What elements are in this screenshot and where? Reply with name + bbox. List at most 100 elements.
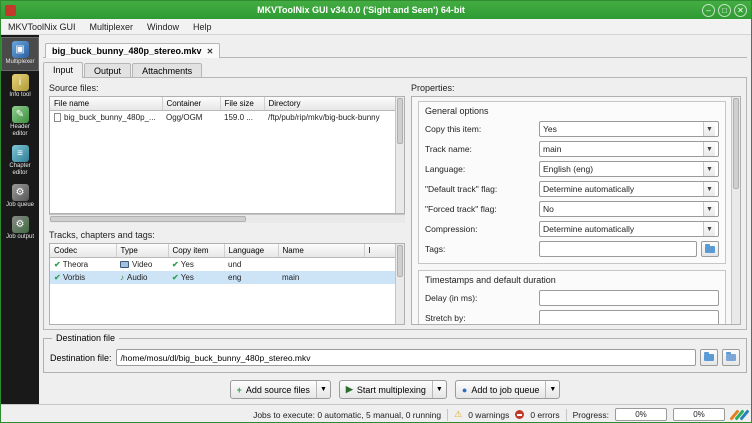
- app-logo-icon: [5, 4, 16, 16]
- minimize-button[interactable]: –: [702, 3, 715, 17]
- col-codec[interactable]: Codec: [50, 244, 117, 258]
- multiplexer-icon: ▣: [11, 41, 29, 58]
- menu-mkvtoolnix-gui[interactable]: MKVToolNix GUI: [1, 19, 83, 34]
- menu-help[interactable]: Help: [186, 19, 219, 34]
- chevron-down-icon: ▼: [703, 162, 715, 176]
- col-language[interactable]: Language: [224, 244, 279, 258]
- tab-attachments[interactable]: Attachments: [132, 63, 203, 78]
- track-check-icon[interactable]: ✔: [54, 260, 61, 269]
- sidebar-item-job-output[interactable]: ⚙ Job output: [1, 213, 39, 245]
- copy-this-item-select[interactable]: Yes ▼: [539, 121, 719, 137]
- folder-icon: [704, 352, 714, 361]
- maximize-button[interactable]: □: [718, 3, 731, 17]
- sidebar-item-chapter-editor[interactable]: ≡ Chapter editor: [1, 142, 39, 181]
- queue-icon: ●: [461, 384, 468, 395]
- delay-input[interactable]: [539, 290, 719, 306]
- destination-open-button[interactable]: [722, 349, 740, 366]
- tool-sidebar: ▣ Multiplexer i Info tool ✎ Header edito…: [1, 35, 39, 404]
- track-row-audio[interactable]: ✔ Vorbis ♪ Audio ✔ Yes eng main: [50, 271, 404, 284]
- chevron-down-icon: ▼: [703, 122, 715, 136]
- track-name-combo[interactable]: main ▼: [539, 141, 719, 157]
- tags-browse-button[interactable]: [701, 241, 719, 257]
- statusbar: Jobs to execute: 0 automatic, 5 manual, …: [1, 404, 751, 422]
- file-tab-label: big_buck_bunny_480p_stereo.mkv: [52, 46, 202, 56]
- start-multiplexing-button[interactable]: ▶ Start multiplexing ▼: [338, 380, 447, 399]
- timestamps-title: Timestamps and default duration: [425, 275, 556, 285]
- progress-bar-total: 0%: [673, 408, 725, 421]
- source-files-label: Source files:: [49, 83, 99, 93]
- close-button[interactable]: ✕: [734, 3, 747, 17]
- tab-output[interactable]: Output: [84, 63, 132, 78]
- col-directory[interactable]: Directory: [264, 97, 404, 111]
- source-file-row[interactable]: big_buck_bunny_480p_... Ogg/OGM 159.0 ..…: [50, 111, 404, 125]
- source-files-hscrollbar[interactable]: [49, 214, 405, 223]
- compression-select[interactable]: Determine automatically ▼: [539, 221, 719, 237]
- general-options-title: General options: [425, 106, 489, 116]
- col-file-name[interactable]: File name: [50, 97, 163, 111]
- chevron-down-icon: ▼: [703, 182, 715, 196]
- input-tab-panel: Source files: File name Container File s…: [43, 77, 747, 330]
- audio-type-icon: ♪: [120, 273, 124, 282]
- app-window: MKVToolNix GUI v34.0.0 ('Sight and Seen'…: [0, 0, 752, 423]
- destination-field-label: Destination file:: [50, 352, 112, 363]
- chevron-down-icon[interactable]: ▼: [315, 381, 330, 398]
- tab-input[interactable]: Input: [43, 62, 84, 78]
- errors-count: 0 errors: [530, 409, 560, 420]
- destination-browse-button[interactable]: [700, 349, 718, 366]
- warning-icon: ⚠: [454, 409, 463, 419]
- progress-label: Progress:: [572, 409, 609, 420]
- add-source-files-button[interactable]: + Add source files ▼: [229, 380, 331, 399]
- track-check-icon[interactable]: ✔: [54, 273, 61, 282]
- info-tool-icon: i: [11, 74, 29, 91]
- job-output-gear-icon: ⚙: [11, 216, 29, 233]
- sidebar-item-header-editor[interactable]: ✎ Header editor: [1, 103, 39, 142]
- file-tab[interactable]: big_buck_bunny_480p_stereo.mkv ✕: [45, 43, 221, 58]
- track-row-video[interactable]: ✔ Theora Video ✔ Yes und: [50, 258, 404, 272]
- tags-input[interactable]: [539, 241, 697, 257]
- col-file-size[interactable]: File size: [220, 97, 265, 111]
- header-editor-icon: ✎: [11, 106, 29, 123]
- chevron-down-icon: ▼: [703, 222, 715, 236]
- language-select[interactable]: English (eng) ▼: [539, 161, 719, 177]
- source-files-vscrollbar[interactable]: [395, 97, 404, 213]
- copy-check-icon: ✔: [172, 273, 179, 282]
- sidebar-item-multiplexer[interactable]: ▣ Multiplexer: [1, 37, 39, 71]
- menubar: MKVToolNix GUI Multiplexer Window Help: [1, 19, 751, 35]
- menu-multiplexer[interactable]: Multiplexer: [83, 19, 141, 34]
- menu-window[interactable]: Window: [140, 19, 186, 34]
- progress-bar-current: 0%: [615, 408, 667, 421]
- file-tab-close-icon[interactable]: ✕: [207, 47, 214, 56]
- add-to-job-queue-button[interactable]: ● Add to job queue ▼: [454, 380, 561, 399]
- action-buttons: + Add source files ▼ ▶ Start multiplexin…: [43, 377, 747, 404]
- sidebar-item-job-queue[interactable]: ⚙ Job queue: [1, 181, 39, 213]
- general-options-group: General options Copy this item: Yes ▼ Tr…: [418, 101, 726, 264]
- chevron-down-icon[interactable]: ▼: [431, 381, 446, 398]
- tracks-table: Codec Type Copy item Language Name I ✔ T…: [49, 243, 405, 325]
- properties-vscrollbar[interactable]: [731, 97, 740, 324]
- window-title: MKVToolNix GUI v34.0.0 ('Sight and Seen'…: [257, 5, 465, 15]
- chevron-down-icon[interactable]: ▼: [545, 381, 559, 398]
- destination-file-input[interactable]: /home/mosu/dl/big_buck_bunny_480p_stereo…: [115, 349, 696, 366]
- file-icon: [54, 113, 61, 123]
- tracks-vscrollbar[interactable]: [395, 244, 404, 324]
- video-type-icon: [120, 261, 129, 269]
- sidebar-item-info-tool[interactable]: i Info tool: [1, 71, 39, 103]
- job-queue-gear-icon: ⚙: [11, 184, 29, 201]
- source-files-table: File name Container File size Directory …: [49, 96, 405, 214]
- folder-open-icon: [726, 352, 736, 361]
- destination-group: Destination file Destination file: /home…: [43, 333, 747, 373]
- chapter-editor-icon: ≡: [11, 145, 29, 162]
- default-track-flag-select[interactable]: Determine automatically ▼: [539, 181, 719, 197]
- chevron-down-icon: ▼: [703, 142, 715, 156]
- col-copy-item[interactable]: Copy item: [168, 244, 225, 258]
- folder-icon: [705, 243, 715, 253]
- forced-track-flag-select[interactable]: No ▼: [539, 201, 719, 217]
- copy-check-icon: ✔: [172, 260, 179, 269]
- col-container[interactable]: Container: [162, 97, 221, 111]
- col-name[interactable]: Name: [278, 244, 365, 258]
- chevron-down-icon: ▼: [703, 202, 715, 216]
- stretch-by-input[interactable]: [539, 310, 719, 324]
- destination-group-title: Destination file: [52, 333, 120, 343]
- col-type[interactable]: Type: [116, 244, 169, 258]
- properties-panel: General options Copy this item: Yes ▼ Tr…: [411, 96, 741, 325]
